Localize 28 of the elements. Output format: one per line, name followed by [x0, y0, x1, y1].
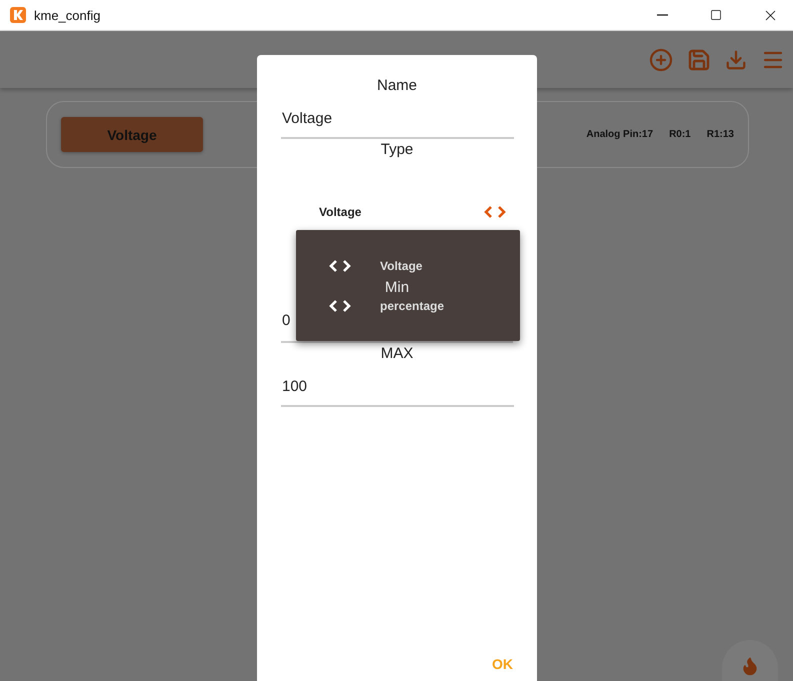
- dropdown-option[interactable]: Voltage: [296, 258, 520, 272]
- max-field[interactable]: 100: [281, 365, 514, 407]
- field-label: Min: [384, 278, 410, 298]
- download-button[interactable]: [725, 48, 747, 70]
- field-label: Type: [380, 140, 414, 160]
- save-button[interactable]: [687, 48, 711, 72]
- name-field[interactable]: Voltage: [281, 97, 514, 139]
- add-icon: [649, 48, 673, 72]
- field-label: Name: [376, 76, 417, 96]
- sensor-info: R0:1: [669, 129, 691, 140]
- flame-button[interactable]: [722, 640, 778, 681]
- type-dropdown-button[interactable]: [483, 205, 507, 219]
- chevrons-icon: [328, 298, 352, 312]
- save-icon: [687, 48, 711, 72]
- sensor-info: R1:13: [706, 129, 734, 140]
- maximize-icon: [710, 9, 722, 21]
- window-title: kme_config: [34, 8, 102, 22]
- app-logo-icon: [10, 7, 26, 23]
- dropdown-option[interactable]: percentage: [296, 298, 520, 312]
- minimize-icon: [656, 14, 668, 16]
- download-icon: [725, 48, 747, 70]
- add-button[interactable]: [649, 48, 673, 72]
- chevrons-icon: [483, 205, 507, 219]
- sensor-info: Analog Pin:17: [586, 129, 654, 140]
- field-label: MAX: [380, 344, 414, 364]
- min-field[interactable]: 0: [281, 299, 294, 341]
- chevrons-icon: [328, 258, 352, 272]
- type-value: Voltage: [319, 205, 362, 219]
